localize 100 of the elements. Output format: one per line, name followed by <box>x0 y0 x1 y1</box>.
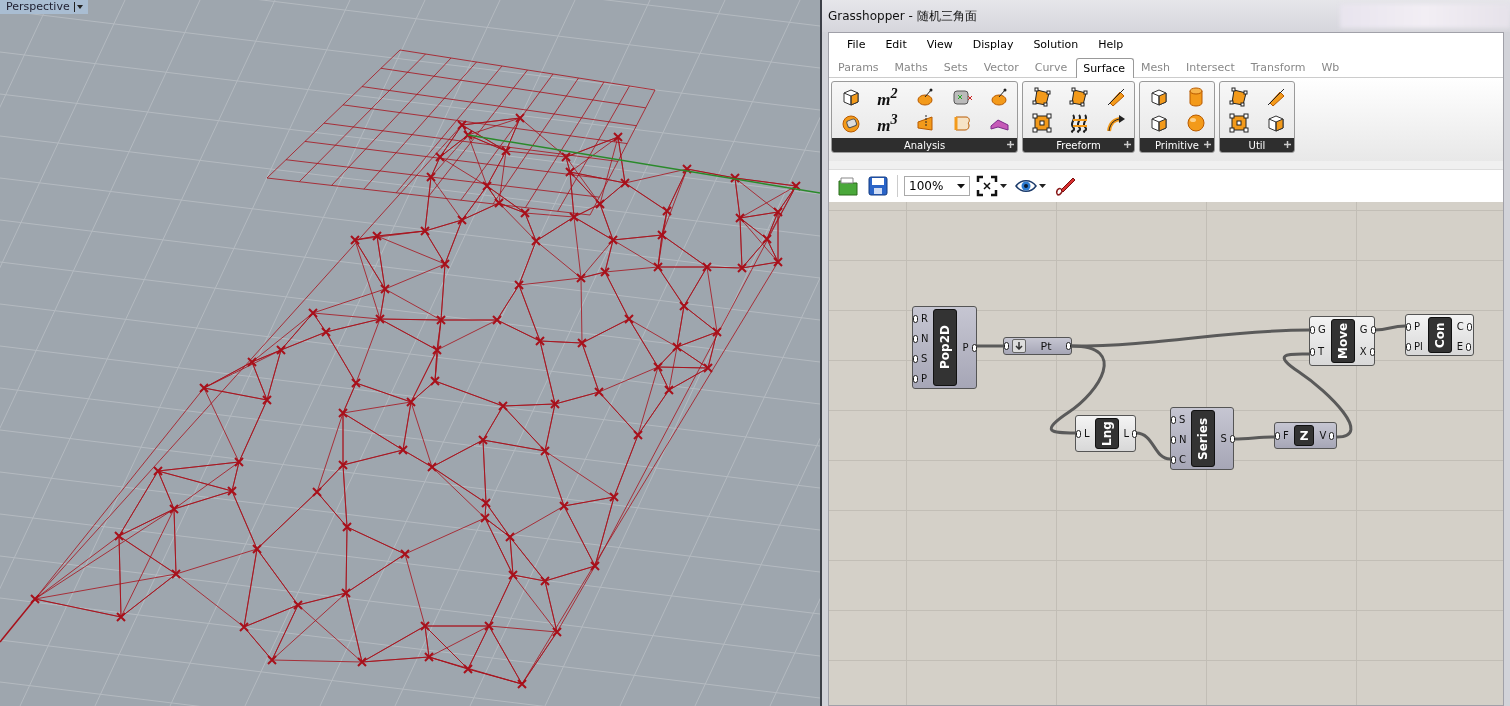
ribbon-tab[interactable]: Maths <box>887 57 937 77</box>
dropdown-caret-icon <box>73 1 84 12</box>
open-file-icon[interactable] <box>837 175 859 197</box>
port-label: C <box>1178 453 1187 467</box>
port-label: S <box>1178 413 1187 427</box>
panel-label: Analysis <box>903 139 946 151</box>
output-grip[interactable] <box>1066 342 1071 350</box>
output-grip[interactable] <box>1466 343 1472 351</box>
port-label: P <box>1413 320 1422 334</box>
output-grip[interactable] <box>1229 434 1235 443</box>
panel-label: Freeform <box>1056 139 1101 151</box>
dropdown-caret-icon <box>957 183 965 189</box>
viewport-tab[interactable]: Perspective <box>0 0 88 14</box>
wire <box>1135 431 1171 461</box>
expand-pin-icon <box>1204 141 1211 148</box>
port-label: S <box>1219 431 1228 446</box>
input-grip[interactable] <box>913 375 918 383</box>
menu-item[interactable]: Solution <box>1023 37 1089 51</box>
panel-footer[interactable]: Primitive <box>1140 138 1214 152</box>
output-grip[interactable] <box>1370 326 1376 334</box>
control-point-plate-icon[interactable] <box>1030 86 1053 108</box>
output-grip[interactable] <box>971 343 977 352</box>
input-grip[interactable] <box>1076 429 1081 438</box>
input-grip[interactable] <box>913 335 918 343</box>
sphere-icon[interactable] <box>1184 112 1207 134</box>
point-grid-icon[interactable] <box>1227 112 1250 134</box>
input-grip[interactable] <box>913 315 918 323</box>
zoom-extents-icon[interactable] <box>976 175 998 197</box>
dropdown-caret-icon <box>1039 183 1046 189</box>
port-label: Pl <box>1413 340 1424 354</box>
port-label: V <box>1318 428 1328 443</box>
ribbon-tab[interactable]: Intersect <box>1179 57 1244 77</box>
port-label: C <box>1455 320 1465 334</box>
menu-item[interactable]: View <box>916 37 963 51</box>
panel-footer[interactable]: Freeform <box>1023 138 1134 152</box>
input-grip[interactable] <box>1310 326 1315 334</box>
zoom-dropdown[interactable]: 100% <box>904 176 970 196</box>
control-point-plate-icon[interactable] <box>1067 86 1090 108</box>
sketch-pen-icon[interactable] <box>1054 175 1076 197</box>
menu-item[interactable]: File <box>837 37 876 51</box>
input-grip[interactable] <box>1310 348 1315 356</box>
ribbon-tab[interactable]: Params <box>831 57 888 77</box>
input-grip[interactable] <box>1171 436 1176 444</box>
input-grip[interactable] <box>1275 431 1280 440</box>
save-icon[interactable] <box>867 175 889 197</box>
port-label: L <box>1083 426 1091 441</box>
ribbon-tool-button[interactable]: m$^{3}$ <box>877 110 898 136</box>
wire <box>1374 324 1406 332</box>
point-grid-icon[interactable] <box>1030 112 1053 134</box>
component-node[interactable]: F Z V <box>1274 422 1337 449</box>
ribbon-tab[interactable]: Transform <box>1243 57 1315 77</box>
input-grip[interactable] <box>1406 323 1411 331</box>
port-label: F <box>1282 428 1290 443</box>
component-label: Series <box>1191 410 1216 467</box>
output-grip[interactable] <box>1132 429 1138 438</box>
control-point-plate-icon[interactable] <box>1227 86 1250 108</box>
wire <box>1234 435 1274 441</box>
ribbon-tab[interactable]: Vector <box>976 57 1028 77</box>
component-label: Pop2D <box>933 309 958 386</box>
wire <box>977 344 1003 348</box>
input-grip[interactable] <box>1004 342 1009 350</box>
ribbon-tab[interactable]: Surface <box>1076 58 1135 78</box>
menu-item[interactable]: Help <box>1088 37 1134 51</box>
component-label: Lng <box>1094 418 1119 449</box>
parameter-label: Pt <box>1039 339 1053 353</box>
output-grip[interactable] <box>1369 348 1375 356</box>
panel-footer[interactable]: Util <box>1220 138 1294 152</box>
dropdown-caret-icon <box>1000 183 1007 189</box>
ribbon-tab[interactable]: Curve <box>1027 57 1077 77</box>
input-grip[interactable] <box>1171 456 1176 464</box>
ribbon-tool-button[interactable]: m$^{2}$ <box>877 84 898 110</box>
expand-pin-icon <box>1124 141 1131 148</box>
input-grip[interactable] <box>1406 343 1411 351</box>
menu-item[interactable]: Display <box>962 37 1024 51</box>
panel-label: Primitive <box>1154 139 1199 151</box>
port-label: S <box>920 352 929 366</box>
ribbon-tab[interactable]: Mesh <box>1134 57 1180 77</box>
input-grip[interactable] <box>913 355 918 363</box>
port-label: P <box>961 340 970 355</box>
port-label: R <box>920 312 929 326</box>
input-grip[interactable] <box>1171 416 1176 424</box>
component-label: Move <box>1330 319 1355 363</box>
arrow-button-icon[interactable] <box>1012 339 1026 353</box>
port-label: L <box>1122 426 1131 441</box>
expand-pin-icon <box>1284 141 1291 148</box>
port-label: G <box>1358 323 1369 337</box>
component-label: Con <box>1427 317 1452 353</box>
menu-item[interactable]: Edit <box>875 37 917 51</box>
port-label: N <box>1178 433 1188 447</box>
output-grip[interactable] <box>1329 431 1335 440</box>
port-label: G <box>1317 323 1327 337</box>
component-node[interactable]: L Lng L <box>1075 415 1136 452</box>
port-label: N <box>920 332 930 346</box>
curved-arrow-icon[interactable] <box>1104 112 1127 134</box>
ribbon-tab[interactable]: Sets <box>936 57 977 77</box>
parameter-node[interactable]: Pt <box>1003 337 1072 355</box>
ribbon-tab[interactable]: Wb <box>1314 57 1349 77</box>
output-grip[interactable] <box>1466 323 1472 331</box>
port-label: X <box>1358 345 1368 359</box>
panel-footer[interactable]: Analysis <box>832 138 1017 152</box>
